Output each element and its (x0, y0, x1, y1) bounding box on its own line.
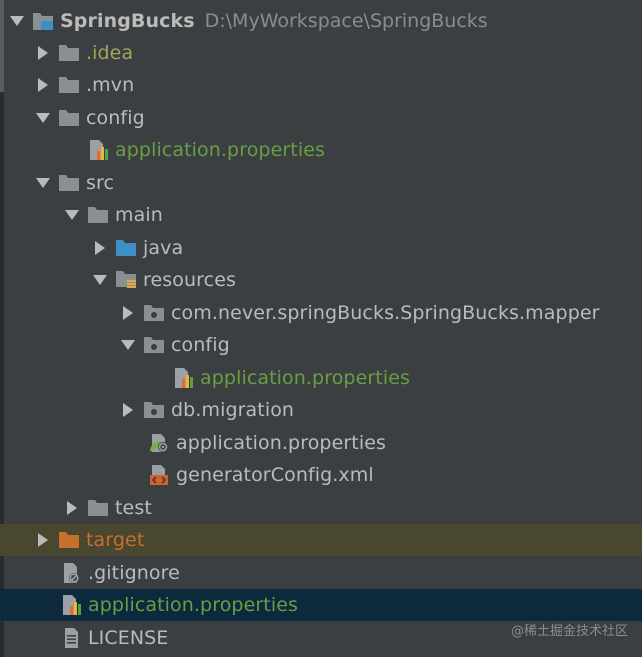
tree-row-java[interactable]: java (0, 232, 642, 264)
text-file-icon (59, 626, 83, 650)
tree-row-idea[interactable]: .idea (0, 37, 642, 69)
project-tree: SpringBucks D:\MyWorkspace\SpringBucks .… (0, 0, 642, 657)
ignore-file-icon (59, 561, 83, 585)
spring-properties-file-icon (147, 431, 171, 455)
tree-item-label: com.never.springBucks.SpringBucks.mapper (171, 302, 600, 324)
tree-item-label: config (171, 334, 230, 356)
expand-arrow-down-icon[interactable] (31, 171, 55, 195)
expand-arrow-right-icon[interactable] (31, 41, 55, 65)
tree-row-test[interactable]: test (0, 492, 642, 524)
tree-row-resources-config[interactable]: config (0, 329, 642, 361)
resources-folder-icon (114, 268, 138, 292)
properties-file-icon (59, 593, 83, 617)
source-folder-icon (114, 236, 138, 260)
expand-arrow-right-icon[interactable] (116, 398, 140, 422)
expand-arrow-right-icon[interactable] (31, 73, 55, 97)
folder-icon (57, 73, 81, 97)
tree-row-resources[interactable]: resources (0, 264, 642, 296)
expand-arrow-right-icon[interactable] (116, 301, 140, 325)
tree-item-label: application.properties (176, 432, 387, 454)
folder-icon (57, 41, 81, 65)
tree-row-gitignore[interactable]: .gitignore (0, 557, 642, 589)
expand-arrow-down-icon[interactable] (5, 9, 29, 33)
tree-item-label: target (86, 529, 145, 551)
folder-icon (86, 496, 110, 520)
tree-row-db-migration[interactable]: db.migration (0, 394, 642, 426)
tree-row-target[interactable]: target (0, 524, 642, 556)
tree-item-label: src (86, 172, 115, 194)
tree-row-mapper-package[interactable]: com.never.springBucks.SpringBucks.mapper (0, 297, 642, 329)
excluded-folder-icon (57, 528, 81, 552)
folder-icon (57, 171, 81, 195)
tree-item-label: .gitignore (88, 562, 180, 584)
tree-row-project-root[interactable]: SpringBucks D:\MyWorkspace\SpringBucks (0, 5, 642, 37)
tree-row-resources-config-application-properties[interactable]: application.properties (0, 362, 642, 394)
tree-row-resources-application-properties[interactable]: application.properties (0, 427, 642, 459)
project-name: SpringBucks (60, 10, 195, 32)
package-folder-icon (142, 333, 166, 357)
xml-file-icon (147, 463, 171, 487)
folder-icon (57, 106, 81, 130)
tree-item-label: application.properties (115, 139, 326, 161)
expand-arrow-down-icon[interactable] (31, 106, 55, 130)
project-path: D:\MyWorkspace\SpringBucks (204, 10, 488, 32)
tree-item-label: db.migration (171, 399, 295, 421)
expand-arrow-right-icon[interactable] (31, 528, 55, 552)
package-folder-icon (142, 301, 166, 325)
tree-item-label: test (115, 497, 152, 519)
expand-arrow-right-icon[interactable] (88, 236, 112, 260)
expand-arrow-right-icon[interactable] (60, 496, 84, 520)
project-folder-icon (31, 9, 55, 33)
tree-row-mvn[interactable]: .mvn (0, 69, 642, 101)
tree-item-label: generatorConfig.xml (176, 464, 374, 486)
tree-item-label: main (115, 204, 163, 226)
tree-row-generator-config[interactable]: generatorConfig.xml (0, 459, 642, 491)
watermark-text: @稀土掘金技术社区 (510, 624, 628, 639)
tree-item-label: LICENSE (88, 627, 169, 649)
tree-item-label: .idea (86, 42, 134, 64)
expand-arrow-down-icon[interactable] (60, 203, 84, 227)
expand-arrow-down-icon[interactable] (88, 268, 112, 292)
package-folder-icon (142, 398, 166, 422)
tree-row-main[interactable]: main (0, 199, 642, 231)
folder-icon (86, 203, 110, 227)
tree-item-label: config (86, 107, 145, 129)
tree-row-root-application-properties[interactable]: application.properties (0, 589, 642, 621)
tree-item-label: resources (143, 269, 236, 291)
properties-file-icon (171, 366, 195, 390)
tree-item-label: .mvn (86, 74, 135, 96)
expand-arrow-down-icon[interactable] (116, 333, 140, 357)
tree-row-src[interactable]: src (0, 167, 642, 199)
tree-row-config[interactable]: config (0, 102, 642, 134)
tree-item-label: java (143, 237, 184, 259)
tree-item-label: application.properties (88, 594, 299, 616)
tree-row-config-application-properties[interactable]: application.properties (0, 134, 642, 166)
tree-item-label: application.properties (200, 367, 411, 389)
properties-file-icon (86, 138, 110, 162)
